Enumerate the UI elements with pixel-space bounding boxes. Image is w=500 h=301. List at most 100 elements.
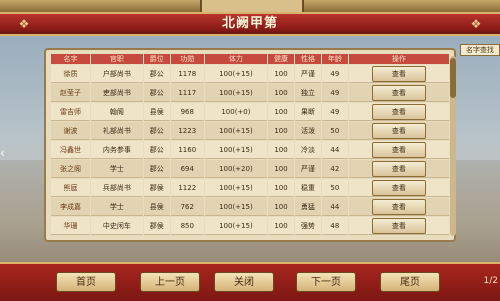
action-cell: 查看 [348, 84, 449, 102]
table-cell: 吏部尚书 [90, 84, 143, 102]
official-name: 熊庭 [51, 179, 90, 197]
table-cell: 1117 [170, 84, 204, 102]
table-cell: 49 [321, 65, 348, 83]
official-name: 徐质 [51, 65, 90, 83]
view-button[interactable]: 查看 [371, 103, 426, 120]
official-list-panel: 名字 官职 爵位 功勋 体力 健康 性格 年龄 操作 徐质 户部尚书 郡公 1178 100(+15) 1… [44, 48, 456, 242]
table-cell: 1160 [170, 141, 204, 159]
title-bar: ❖ 北阙甲第 ❖ [0, 12, 500, 36]
view-button[interactable]: 查看 [371, 65, 426, 82]
table-cell: 694 [170, 160, 204, 178]
table-cell: 100(+20) [204, 160, 268, 178]
table-row: 李成嘉 学士 县侯 762 100(+15) 100 勇猛 44 查看 [51, 198, 449, 216]
table-cell: 县侯 [143, 103, 170, 121]
view-button[interactable]: 查看 [371, 198, 426, 215]
table-cell: 郡公 [143, 160, 170, 178]
action-cell: 查看 [348, 103, 449, 121]
table-cell: 郡公 [143, 122, 170, 140]
table-cell: 100 [268, 179, 294, 197]
table-cell: 100(+15) [204, 122, 268, 140]
official-name: 冯鑫世 [51, 141, 90, 159]
scrollbar-thumb[interactable] [450, 58, 456, 98]
table-cell: 冷淡 [294, 141, 321, 159]
name-search-button[interactable]: 名字查找 [460, 44, 500, 56]
view-button[interactable]: 查看 [371, 141, 426, 158]
table-cell: 100 [268, 198, 294, 216]
table-cell: 礼部尚书 [90, 122, 143, 140]
table-cell: 翰阁 [90, 103, 143, 121]
bottom-nav-bar: 首页 上一页 关闭 下一页 尾页 1/2 [0, 262, 500, 301]
column-header: 名字 [51, 54, 90, 64]
first-page-button[interactable]: 首页 [56, 272, 116, 292]
table-cell: 勇猛 [294, 198, 321, 216]
table-cell: 100(+15) [204, 198, 268, 216]
action-cell: 查看 [348, 122, 449, 140]
table-cell: 县侯 [143, 198, 170, 216]
table-body: 徐质 户部尚书 郡公 1178 100(+15) 100 严谨 49 查看 赵莹子 吏部尚书 郡公 11… [51, 65, 449, 235]
view-button[interactable]: 查看 [371, 84, 426, 101]
table-cell: 活泼 [294, 122, 321, 140]
official-name: 谢波 [51, 122, 90, 140]
table-cell: 中史闲车 [90, 217, 143, 235]
table-cell: 100 [268, 122, 294, 140]
view-button[interactable]: 查看 [371, 217, 426, 234]
table-cell: 内务参事 [90, 141, 143, 159]
table-cell: 郡公 [143, 84, 170, 102]
table-cell: 100 [268, 103, 294, 121]
table-cell: 50 [321, 122, 348, 140]
table-cell: 762 [170, 198, 204, 216]
table-cell: 学士 [90, 160, 143, 178]
column-header: 健康 [268, 54, 294, 64]
table-cell: 学士 [90, 198, 143, 216]
table-cell: 100(+15) [204, 84, 268, 102]
column-header: 官职 [90, 54, 143, 64]
table-row: 华珊 中史闲车 郡侯 850 100(+15) 100 强势 48 查看 [51, 217, 449, 235]
column-header: 爵位 [143, 54, 170, 64]
ornament-right-icon: ❖ [470, 17, 482, 31]
table-cell: 100(+15) [204, 179, 268, 197]
prev-page-button[interactable]: 上一页 [140, 272, 200, 292]
left-arrow-icon[interactable]: ‹ [0, 146, 10, 160]
official-name: 赵莹子 [51, 84, 90, 102]
table-cell: 850 [170, 217, 204, 235]
table-header-row: 名字 官职 爵位 功勋 体力 健康 性格 年龄 操作 [51, 54, 449, 64]
official-name: 张之阁 [51, 160, 90, 178]
table-cell: 50 [321, 179, 348, 197]
action-cell: 查看 [348, 217, 449, 235]
table-cell: 100 [268, 160, 294, 178]
table-cell: 49 [321, 84, 348, 102]
table-cell: 1122 [170, 179, 204, 197]
top-frame-ornament [200, 0, 304, 12]
close-button[interactable]: 关闭 [214, 272, 274, 292]
table-row: 徐质 户部尚书 郡公 1178 100(+15) 100 严谨 49 查看 [51, 65, 449, 83]
table-cell: 郡侯 [143, 217, 170, 235]
table-cell: 100(+15) [204, 141, 268, 159]
column-header: 性格 [294, 54, 321, 64]
action-cell: 查看 [348, 198, 449, 216]
table-cell: 49 [321, 103, 348, 121]
table-cell: 果断 [294, 103, 321, 121]
table-cell: 严谨 [294, 65, 321, 83]
table-cell: 968 [170, 103, 204, 121]
view-button[interactable]: 查看 [371, 179, 426, 196]
table-cell: 强势 [294, 217, 321, 235]
table-cell: 44 [321, 141, 348, 159]
table-cell: 稳重 [294, 179, 321, 197]
table-cell: 严谨 [294, 160, 321, 178]
last-page-button[interactable]: 尾页 [380, 272, 440, 292]
view-button[interactable]: 查看 [371, 160, 426, 177]
table-cell: 1223 [170, 122, 204, 140]
table-scrollbar[interactable] [450, 56, 456, 236]
official-name: 李成嘉 [51, 198, 90, 216]
table-cell: 郡侯 [143, 179, 170, 197]
action-cell: 查看 [348, 65, 449, 83]
next-page-button[interactable]: 下一页 [296, 272, 356, 292]
table-cell: 48 [321, 217, 348, 235]
table-cell: 户部尚书 [90, 65, 143, 83]
table-cell: 1178 [170, 65, 204, 83]
table-cell: 100(+0) [204, 103, 268, 121]
official-name: 雷吉师 [51, 103, 90, 121]
table-cell: 100 [268, 65, 294, 83]
view-button[interactable]: 查看 [371, 122, 426, 139]
table-cell: 100(+15) [204, 217, 268, 235]
